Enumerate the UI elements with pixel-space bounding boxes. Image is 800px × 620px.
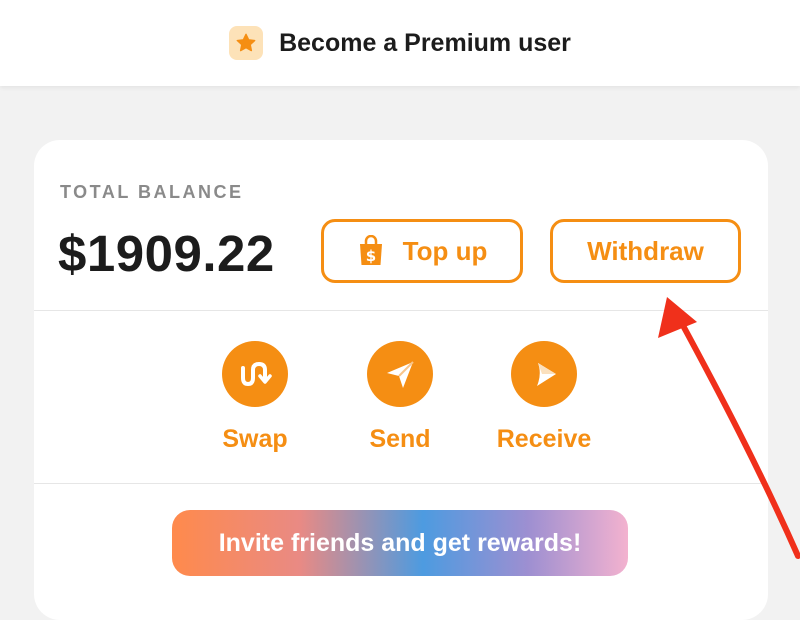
withdraw-label: Withdraw	[587, 235, 704, 266]
top-up-button[interactable]: $ Top up	[321, 219, 523, 283]
receive-label: Receive	[496, 425, 592, 453]
receive-action[interactable]: Receive	[479, 341, 609, 454]
paper-plane-icon	[367, 341, 433, 407]
shopping-bag-dollar-icon: $	[359, 235, 382, 265]
svg-text:$: $	[365, 247, 375, 265]
swap-icon	[222, 341, 288, 407]
divider	[34, 310, 768, 311]
swap-label: Swap	[222, 425, 288, 453]
withdraw-button[interactable]: Withdraw	[550, 219, 741, 283]
send-action[interactable]: Send	[335, 341, 465, 454]
balance-label: TOTAL BALANCE	[60, 182, 244, 202]
play-arrow-icon	[511, 341, 577, 407]
divider	[34, 483, 768, 484]
star-icon	[229, 26, 264, 60]
swap-action[interactable]: Swap	[190, 341, 320, 454]
top-bar: Become a Premium user	[0, 0, 800, 86]
send-label: Send	[369, 425, 431, 453]
invite-friends-button[interactable]: Invite friends and get rewards!	[172, 510, 628, 576]
premium-label: Become a Premium user	[279, 28, 571, 57]
invite-label: Invite friends and get rewards!	[218, 528, 582, 557]
top-up-label: Top up	[402, 235, 488, 266]
wallet-card: TOTAL BALANCE $1909.22 $ Top up Withdraw…	[34, 140, 768, 620]
balance-amount: $1909.22	[58, 225, 275, 282]
premium-upgrade-link[interactable]: Become a Premium user	[229, 26, 571, 60]
